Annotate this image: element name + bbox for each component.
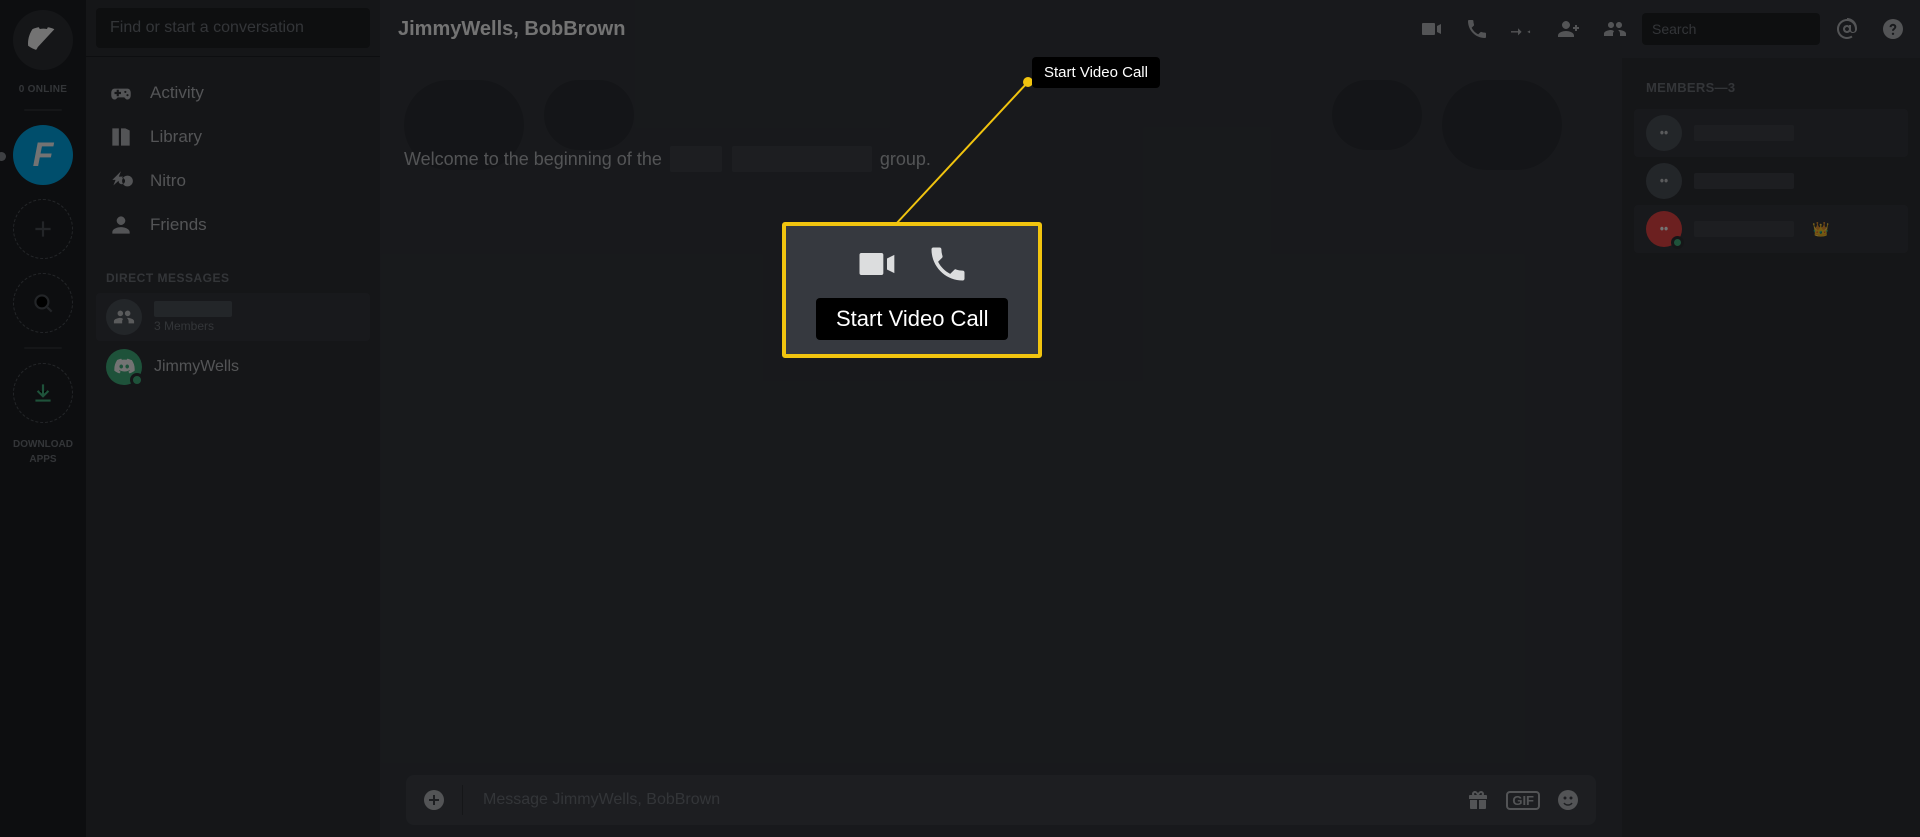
video-icon [854, 242, 898, 286]
annotation-zoom-tooltip: Start Video Call [816, 298, 1008, 340]
phone-icon [926, 242, 970, 286]
tooltip-start-video-call: Start Video Call [1032, 57, 1160, 88]
annotation-leader-line [0, 0, 1920, 837]
annotation-zoom-box: Start Video Call [782, 222, 1042, 358]
